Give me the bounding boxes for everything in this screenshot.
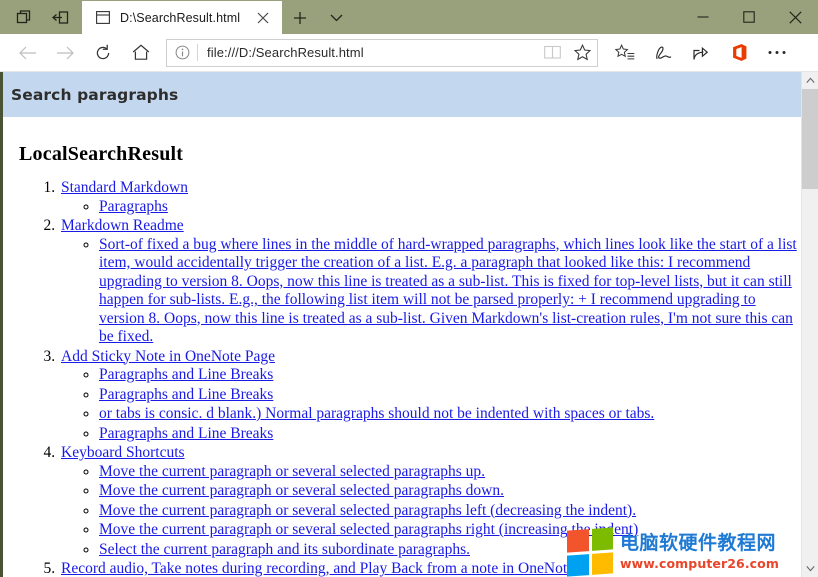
refresh-button[interactable] [84,37,122,69]
result-sublink[interactable]: Sort-of fixed a bug where lines in the m… [99,236,797,346]
list-item: Select the current paragraph and its sub… [99,541,801,560]
sub-list: Move the current paragraph or several se… [61,463,801,560]
list-item: Paragraphs and Line Breaks [99,386,801,405]
new-tab-button[interactable] [282,1,318,34]
favorites-hub-button[interactable] [606,37,644,69]
pen-icon[interactable] [644,37,682,69]
back-button[interactable] [8,37,46,69]
result-sublink[interactable]: Select the current paragraph and its sub… [99,541,470,558]
star-icon[interactable] [567,40,597,66]
address-input[interactable]: file:///D:/SearchResult.html [198,45,537,60]
navigation-toolbar: file:///D:/SearchResult.html [0,34,818,72]
list-item: or tabs is consic. d blank.) Normal para… [99,405,801,424]
result-sublink[interactable]: Paragraphs and Line Breaks [99,386,273,403]
result-sublink[interactable]: Paragraphs [99,198,168,215]
result-link[interactable]: Markdown Readme [61,217,184,234]
result-sublink[interactable]: Move the current paragraph or several se… [99,482,504,499]
info-circle-icon[interactable] [167,40,197,66]
close-tab-icon[interactable] [250,5,276,31]
browser-tab[interactable]: D:\SearchResult.html [82,1,282,34]
forward-button[interactable] [46,37,84,69]
result-link[interactable]: Record audio, Take notes during recordin… [61,560,574,577]
minimize-button[interactable] [680,0,726,34]
share-icon[interactable] [682,37,720,69]
result-sublink[interactable]: Move the current paragraph or several se… [99,521,638,538]
maximize-button[interactable] [726,0,772,34]
page-body: LocalSearchResult Standard Markdown Para… [3,143,801,577]
result-sublink[interactable]: Paragraphs and Line Breaks [99,425,273,442]
page-scrollbar[interactable] [801,72,818,577]
toolbar-actions [606,37,796,69]
list-item: Paragraphs [99,198,801,217]
result-link[interactable]: Standard Markdown [61,179,188,196]
list-item: Add Sticky Note in OneNote Page Paragrap… [59,348,801,444]
scrollbar-track[interactable] [802,89,818,560]
chevron-down-icon[interactable] [318,1,354,34]
list-item: Move the current paragraph or several se… [99,521,801,540]
list-item: Move the current paragraph or several se… [99,502,801,521]
search-result-list: Standard Markdown Paragraphs Markdown Re… [3,179,801,577]
list-item: Record audio, Take notes during recordin… [59,560,801,577]
browser-window: D:\SearchResult.html [0,0,818,577]
list-item: Paragraphs and Line Breaks [99,425,801,444]
page-viewport: Search paragraphs LocalSearchResult Stan… [0,72,818,577]
tab-preview-icon[interactable] [6,2,42,32]
ellipsis-icon[interactable] [758,37,796,69]
close-window-button[interactable] [772,0,818,34]
title-bar: D:\SearchResult.html [0,0,818,34]
result-sublink[interactable]: Move the current paragraph or several se… [99,502,636,519]
scroll-up-button[interactable] [802,72,818,89]
list-item: Sort-of fixed a bug where lines in the m… [99,236,801,347]
set-aside-tabs-icon[interactable] [42,2,78,32]
web-page: Search paragraphs LocalSearchResult Stan… [0,72,801,577]
sub-list: Sort-of fixed a bug where lines in the m… [61,236,801,347]
titlebar-left-icons [0,0,80,34]
window-controls [680,0,818,34]
scrollbar-thumb[interactable] [802,89,818,189]
list-item: Markdown Readme Sort-of fixed a bug wher… [59,217,801,347]
document-heading: LocalSearchResult [19,143,801,166]
result-sublink[interactable]: Paragraphs and Line Breaks [99,366,273,383]
home-button[interactable] [122,37,160,69]
page-header-bar: Search paragraphs [3,72,801,117]
tab-title: D:\SearchResult.html [120,11,250,25]
page-title: Search paragraphs [11,86,178,104]
list-item: Move the current paragraph or several se… [99,463,801,482]
list-item: Move the current paragraph or several se… [99,482,801,501]
reading-view-icon[interactable] [537,40,567,66]
address-bar[interactable]: file:///D:/SearchResult.html [166,39,598,67]
list-item: Paragraphs and Line Breaks [99,366,801,385]
result-link[interactable]: Keyboard Shortcuts [61,444,185,461]
scroll-down-button[interactable] [802,560,818,577]
list-item: Standard Markdown Paragraphs [59,179,801,216]
list-item: Keyboard Shortcuts Move the current para… [59,444,801,559]
result-link[interactable]: Add Sticky Note in OneNote Page [61,348,275,365]
sub-list: Paragraphs and Line Breaks Paragraphs an… [61,366,801,443]
result-sublink[interactable]: or tabs is consic. d blank.) Normal para… [99,405,654,422]
result-sublink[interactable]: Move the current paragraph or several se… [99,463,485,480]
office-icon[interactable] [720,37,758,69]
page-icon [94,9,112,27]
sub-list: Paragraphs [61,198,801,217]
